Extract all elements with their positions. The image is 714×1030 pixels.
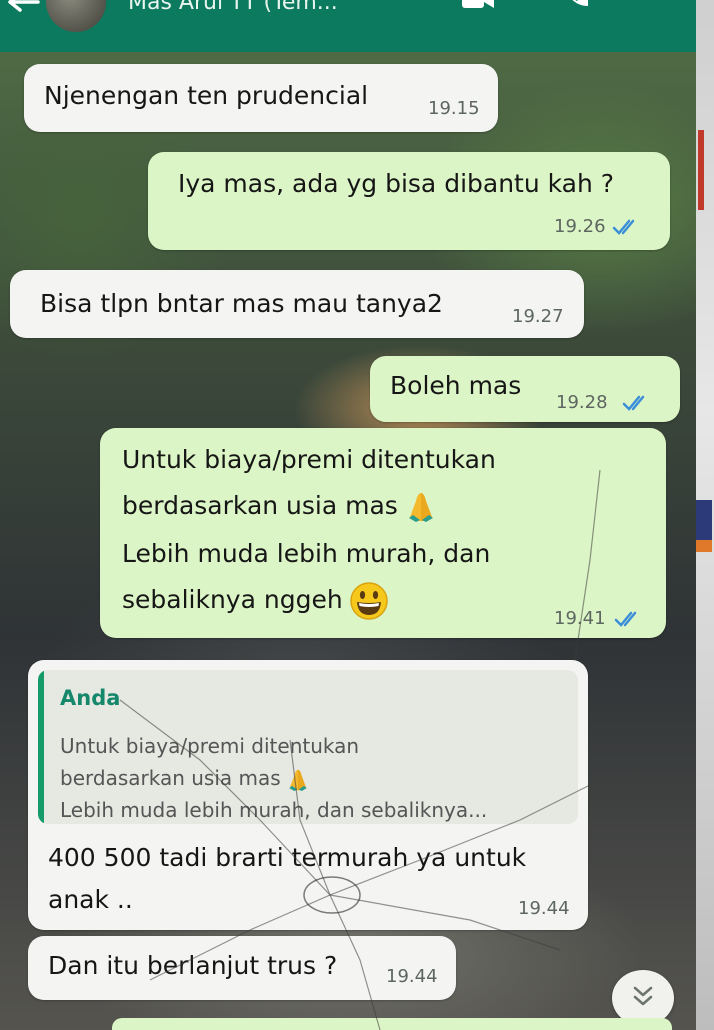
- message-text: Dan itu berlanjut trus ?: [48, 951, 338, 980]
- quoted-message[interactable]: Anda Untuk biaya/premi ditentukan berdas…: [38, 670, 578, 824]
- grinning-face-emoji-icon: [349, 582, 388, 620]
- incoming-message[interactable]: Njenengan ten prudencial 19.15: [24, 64, 498, 132]
- outgoing-message[interactable]: Iya mas, ada yg bisa dibantu kah ? 19.26: [148, 152, 670, 250]
- message-line: berdasarkan usia mas: [122, 484, 436, 528]
- incoming-message[interactable]: Bisa tlpn bntar mas mau tanya2 19.27: [10, 270, 584, 338]
- message-time: 19.26: [554, 216, 606, 237]
- message-time: 19.27: [512, 306, 564, 327]
- message-time: 19.28: [556, 392, 608, 413]
- message-time: 19.44: [386, 966, 438, 987]
- message-line: sebaliknya nggeh: [122, 578, 389, 622]
- video-call-icon[interactable]: [460, 0, 496, 14]
- message-line: Untuk biaya/premi ditentukan: [122, 445, 496, 474]
- incoming-reply-message[interactable]: Anda Untuk biaya/premi ditentukan berdas…: [28, 660, 588, 930]
- message-time: 19.41: [554, 608, 606, 629]
- contact-name[interactable]: Mas Arul TT (Tem...: [128, 0, 338, 15]
- message-time: 19.15: [428, 98, 480, 119]
- outgoing-message[interactable]: Untuk biaya/premi ditentukan berdasarkan…: [100, 428, 666, 638]
- voice-call-icon[interactable]: [562, 0, 590, 12]
- more-options-icon[interactable]: [648, 0, 658, 12]
- quote-line: Untuk biaya/premi ditentukan: [60, 734, 360, 758]
- quote-author: Anda: [60, 686, 121, 710]
- incoming-message[interactable]: Dan itu berlanjut trus ? 19.44: [28, 936, 456, 1000]
- message-line: anak ..: [48, 885, 133, 914]
- quote-line: Lebih muda lebih murah, dan sebaliknya..…: [60, 798, 488, 822]
- folded-hands-emoji-icon: [408, 493, 433, 522]
- next-message-peek: [112, 1018, 672, 1030]
- read-receipt-icon: [614, 611, 637, 627]
- screen-edge: [696, 0, 714, 1030]
- folded-hands-emoji-icon: [288, 769, 307, 791]
- avatar[interactable]: [46, 0, 106, 32]
- message-text: Iya mas, ada yg bisa dibantu kah ?: [178, 169, 615, 198]
- message-text: Bisa tlpn bntar mas mau tanya2: [40, 289, 443, 318]
- chat-header: Mas Arul TT (Tem...: [0, 0, 696, 52]
- message-line: Lebih muda lebih murah, dan: [122, 539, 491, 568]
- back-arrow-icon[interactable]: [4, 0, 44, 24]
- message-text: Boleh mas: [390, 371, 522, 400]
- message-line: 400 500 tadi brarti termurah ya untuk: [48, 843, 527, 872]
- quote-line: berdasarkan usia mas: [60, 766, 309, 792]
- read-receipt-icon: [622, 395, 645, 411]
- message-text: Njenengan ten prudencial: [44, 81, 369, 110]
- message-time: 19.44: [518, 898, 570, 919]
- outgoing-message[interactable]: Boleh mas 19.28: [370, 356, 680, 422]
- quote-accent-bar: [38, 670, 44, 824]
- read-receipt-icon: [612, 219, 635, 235]
